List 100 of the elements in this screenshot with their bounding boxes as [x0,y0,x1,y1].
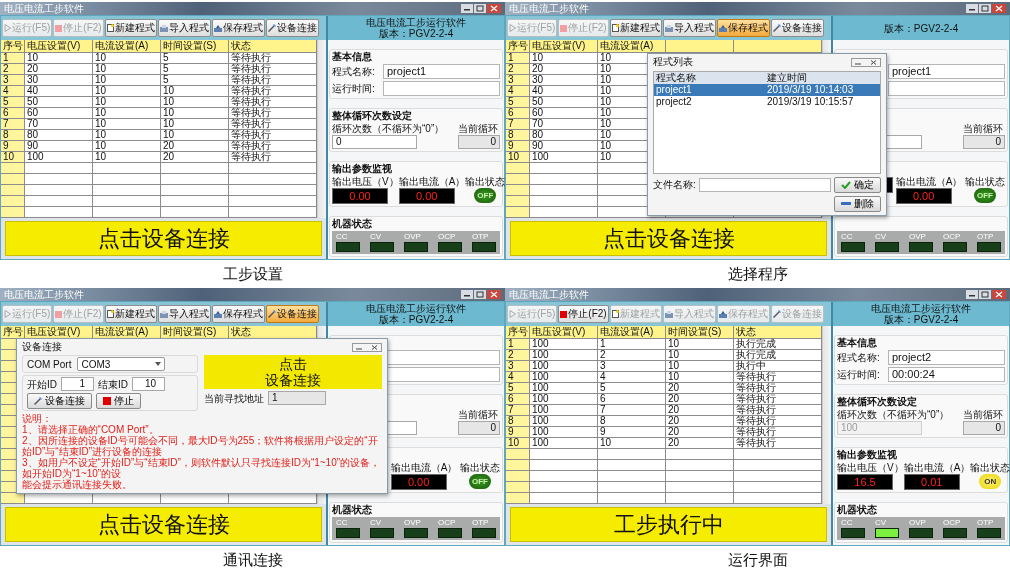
run-time-field[interactable] [888,81,1005,96]
folder-icon [159,310,168,318]
field-label: 当前寻找地址 [204,392,264,404]
indicator-label: CC [336,518,349,527]
indicator-label: OCP [943,232,962,241]
table-cell: 5 [161,64,229,75]
table-cell: 10 [25,53,93,64]
row-number: 8 [1,130,25,141]
window-controls-icon[interactable] [461,290,501,299]
stop-icon [55,24,63,32]
toolbar-button[interactable]: 新建程式 [104,19,157,37]
table-cell: 7 [598,405,666,416]
table-cell: 9 [598,427,666,438]
indicator-label: OVP [404,232,422,241]
toolbar-button[interactable]: 设备连接 [265,19,319,37]
table-cell: 10 [93,86,161,97]
row-number: 9 [506,427,530,438]
toolbar-button[interactable]: 新建程式 [609,19,662,37]
scrollbar[interactable] [822,326,831,504]
address-field: 1 [268,391,326,405]
table-cell: 10 [93,119,161,130]
window-controls-icon[interactable] [966,4,1006,13]
table-cell: 10 [161,119,229,130]
document-icon [106,24,114,32]
document-icon [611,24,619,32]
table-cell: 100 [530,372,598,383]
voltage-display: 16.5 [837,474,893,490]
indicator-label: CC [336,232,349,241]
row-number: 10 [506,438,530,449]
row-number: 8 [506,130,530,141]
column-header: 电流设置(A) [93,40,161,53]
port-dropdown[interactable]: COM3 [77,357,166,371]
output-state-lamp: OFF [474,188,497,203]
upload-icon [213,310,222,318]
toolbar-button[interactable]: 导入程式 [662,19,716,37]
table-cell: 10 [161,97,229,108]
wand-icon [267,24,276,32]
table-cell [598,471,666,482]
indicator-label: OCP [943,518,962,527]
dialog-controls-icon[interactable] [352,342,382,352]
scrollbar[interactable] [317,40,326,218]
toolbar-button[interactable]: 保存程式 [211,305,265,323]
delete-button[interactable]: 删除 [834,196,881,212]
row-number: 1 [506,53,530,64]
program-name-field[interactable]: project1 [888,64,1005,79]
toolbar-button[interactable]: 保存程式 [211,19,265,37]
table-cell: 3 [598,361,666,372]
wand-icon [772,24,781,32]
confirm-button[interactable]: 确定 [834,177,881,193]
table-cell: 10 [93,152,161,163]
play-icon [4,24,11,32]
table-cell: 10 [530,53,598,64]
toolbar-button[interactable]: 保存程式 [716,19,770,37]
version-label: 版本：PGV2-2-4 [378,28,454,39]
toolbar-button[interactable]: 导入程式 [157,19,211,37]
row-number: 5 [506,383,530,394]
run-time-field[interactable]: 00:00:24 [888,367,1005,382]
row-number: 4 [506,372,530,383]
table-cell: 10 [93,75,161,86]
table-cell: 10 [93,64,161,75]
dialog-controls-icon[interactable] [851,57,881,67]
toolbar-button[interactable]: 设备连接 [770,19,824,37]
end-id-spinner[interactable]: 10 [132,377,165,391]
indicator-label: OCP [438,518,457,527]
prompt-text: 点击 [279,356,307,372]
program-list-item[interactable]: project1 2019/3/19 10:14:03 [654,84,880,96]
row-number [506,207,530,218]
table-cell: 5 [161,53,229,64]
toolbar-button[interactable]: 导入程式 [157,305,211,323]
table-cell: 8 [598,416,666,427]
group-title: 输出参数监视 [332,163,392,174]
toolbar-button[interactable]: 设备连接 [265,305,319,323]
field-label: 输出状态 [965,176,1005,187]
table-cell [161,185,229,196]
table-cell: 70 [25,119,93,130]
wand-icon [267,310,276,318]
row-number: 2 [506,350,530,361]
table-cell: 2 [598,350,666,361]
window-controls-icon[interactable] [461,4,501,13]
stop-button[interactable]: 停止 [96,393,141,409]
panel-caption: 选择程序 [727,264,788,284]
toolbar-button[interactable]: 停止(F2) [558,305,609,323]
table-cell [598,449,666,460]
window-controls-icon[interactable] [966,290,1006,299]
program-name-field[interactable]: project2 [888,350,1005,365]
run-time-field[interactable] [383,81,500,96]
file-name-field[interactable] [698,178,831,192]
stop-icon [55,310,63,318]
table-cell: 100 [530,350,598,361]
table-cell: 4 [598,372,666,383]
row-number [506,196,530,207]
stop-icon [560,310,568,318]
table-cell: 6 [598,394,666,405]
program-name-field[interactable]: project1 [383,64,500,79]
indicator-label: OTP [472,518,490,527]
folder-icon [159,24,168,32]
start-id-spinner[interactable]: 1 [61,377,94,391]
loop-count-spinner[interactable]: 0 [332,135,417,149]
toolbar-button[interactable]: 新建程式 [104,305,157,323]
connect-button[interactable]: 设备连接 [27,393,92,409]
